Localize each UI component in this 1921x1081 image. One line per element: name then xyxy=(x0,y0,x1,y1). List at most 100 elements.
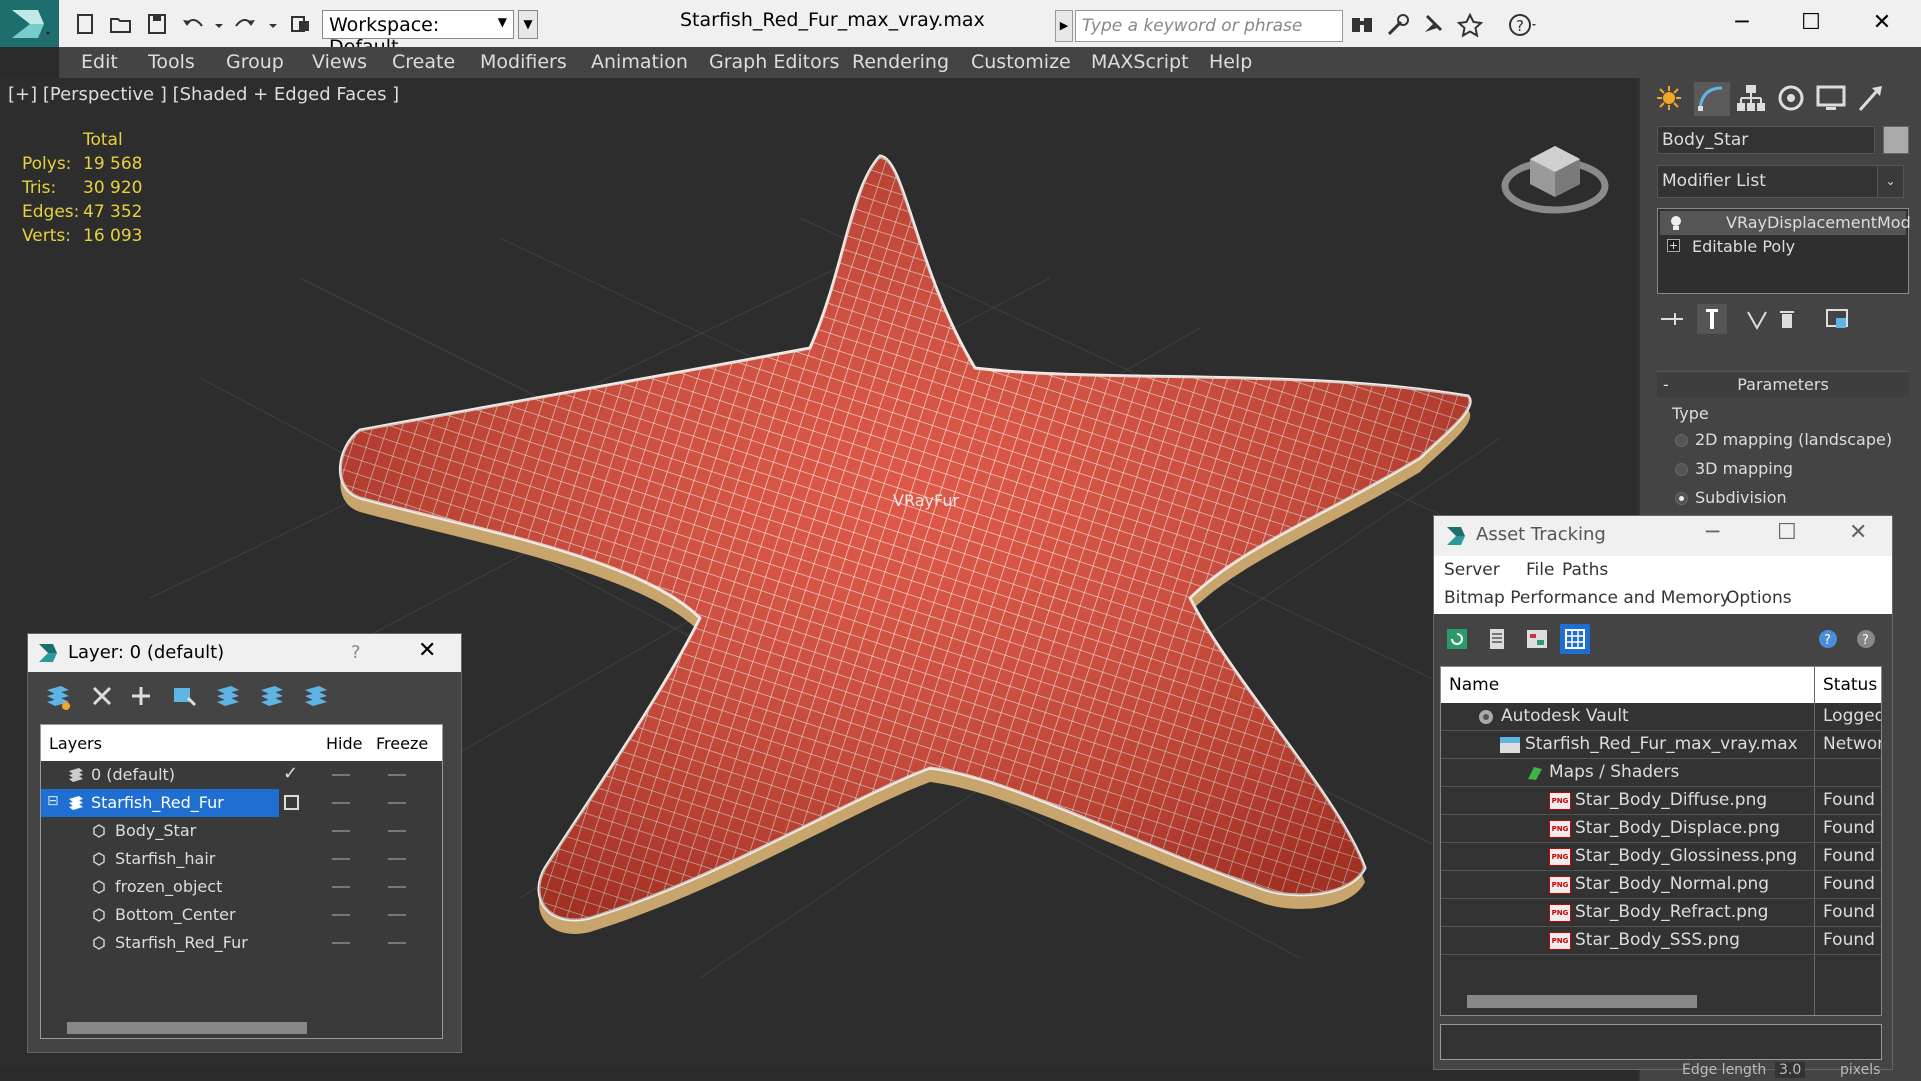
tree-view-button[interactable] xyxy=(1522,624,1552,654)
hide-all-layers-button[interactable] xyxy=(256,680,288,712)
menu-help[interactable]: Help xyxy=(1209,51,1252,73)
menu-file[interactable]: File xyxy=(1526,560,1554,580)
menu-edit[interactable]: Edit xyxy=(81,51,118,73)
favorites-button[interactable] xyxy=(1455,12,1485,38)
tab-display[interactable] xyxy=(1814,82,1850,116)
object-color-swatch[interactable] xyxy=(1883,126,1909,154)
new-layer-button[interactable] xyxy=(42,680,74,712)
stack-item-vraydisplacementmod[interactable]: VRayDisplacementMod xyxy=(1660,211,1911,235)
layer-object-row[interactable]: Bottom_Center xyxy=(41,901,442,929)
collapse-minus-icon[interactable]: ⊟ xyxy=(47,793,59,809)
close-icon[interactable]: ✕ xyxy=(418,638,436,663)
freeze-toggle[interactable] xyxy=(388,886,406,888)
configure-modifier-sets-button[interactable] xyxy=(1822,304,1852,334)
minimize-button[interactable]: ─ xyxy=(1706,520,1719,545)
asset-row[interactable]: PNG Star_Body_Normal.png Found xyxy=(1441,871,1881,899)
parameters-rollout-header[interactable]: - Parameters xyxy=(1657,371,1909,397)
menu-maxscript[interactable]: MAXScript xyxy=(1091,51,1189,73)
help-icon[interactable]: ? xyxy=(351,642,361,663)
horizontal-scrollbar[interactable] xyxy=(67,1022,307,1034)
menu-graph-editors[interactable]: Graph Editors xyxy=(709,51,839,73)
tools-button[interactable] xyxy=(1383,12,1413,38)
menu-animation[interactable]: Animation xyxy=(591,51,688,73)
freeze-toggle[interactable] xyxy=(388,858,406,860)
open-file-button[interactable] xyxy=(108,12,134,36)
delete-layer-button[interactable] xyxy=(86,680,118,712)
tab-hierarchy[interactable] xyxy=(1734,82,1770,116)
column-status[interactable]: Status xyxy=(1823,675,1877,695)
list-view-button[interactable] xyxy=(1482,624,1512,654)
menu-bitmap-performance[interactable]: Bitmap Performance and Memory xyxy=(1444,588,1730,608)
asset-row[interactable]: Starfish_Red_Fur_max_vray.max Network xyxy=(1441,731,1881,759)
object-name-field[interactable]: Body_Star xyxy=(1657,126,1875,154)
hide-toggle[interactable] xyxy=(332,942,350,944)
hide-toggle[interactable] xyxy=(332,858,350,860)
workspace-select[interactable]: Workspace: Default▼ xyxy=(322,10,514,58)
redo-button[interactable] xyxy=(232,12,258,36)
tab-utilities[interactable] xyxy=(1854,82,1890,116)
asset-row[interactable]: Autodesk Vault Logged xyxy=(1441,703,1881,731)
menu-paths[interactable]: Paths xyxy=(1562,560,1608,580)
set-current-layer-icon[interactable] xyxy=(284,795,299,810)
app-logo-button[interactable] xyxy=(0,0,59,47)
menu-create[interactable]: Create xyxy=(392,51,455,73)
layer-window-titlebar[interactable]: Layer: 0 (default) ? ✕ xyxy=(28,634,461,672)
column-layers[interactable]: Layers xyxy=(49,734,102,753)
close-button[interactable]: ✕ xyxy=(1849,520,1867,545)
add-to-layer-button[interactable] xyxy=(125,680,157,712)
maximize-button[interactable]: ☐ xyxy=(1777,520,1797,545)
freeze-toggle[interactable] xyxy=(388,942,406,944)
menu-server[interactable]: Server xyxy=(1444,560,1500,580)
column-freeze[interactable]: Freeze xyxy=(376,734,428,753)
freeze-all-layers-button[interactable] xyxy=(300,680,332,712)
hide-toggle[interactable] xyxy=(332,914,350,916)
tab-create[interactable] xyxy=(1652,82,1688,116)
maximize-button[interactable]: ☐ xyxy=(1781,4,1841,42)
save-button[interactable] xyxy=(144,12,170,36)
asset-row[interactable]: PNG Star_Body_Diffuse.png Found xyxy=(1441,787,1881,815)
menu-modifiers[interactable]: Modifiers xyxy=(480,51,567,73)
menu-tools[interactable]: Tools xyxy=(148,51,195,73)
tab-motion[interactable] xyxy=(1774,82,1810,116)
menu-options[interactable]: Options xyxy=(1726,588,1792,608)
minimize-button[interactable]: ─ xyxy=(1712,4,1772,42)
freeze-toggle[interactable] xyxy=(388,914,406,916)
refresh-button[interactable] xyxy=(1442,624,1472,654)
show-end-result-button[interactable] xyxy=(1697,304,1727,334)
stack-item-editable-poly[interactable]: + Editable Poly xyxy=(1660,235,1906,259)
highlight-layer-button[interactable] xyxy=(212,680,244,712)
undo-dropdown[interactable] xyxy=(206,12,223,36)
column-hide[interactable]: Hide xyxy=(326,734,362,753)
layer-object-row[interactable]: frozen_object xyxy=(41,873,442,901)
modifier-list-dropdown[interactable]: Modifier List ⌄ xyxy=(1657,165,1904,198)
select-objects-button[interactable] xyxy=(168,680,200,712)
asset-row[interactable]: PNG Star_Body_SSS.png Found xyxy=(1441,927,1881,955)
remove-modifier-button[interactable] xyxy=(1772,304,1802,334)
vault-help-button[interactable]: ? xyxy=(1814,624,1844,654)
asset-row[interactable]: PNG Star_Body_Glossiness.png Found xyxy=(1441,843,1881,871)
hide-toggle[interactable] xyxy=(332,802,350,804)
current-layer-check-icon[interactable]: ✓ xyxy=(283,763,298,784)
table-view-button[interactable] xyxy=(1560,624,1590,654)
asset-path-field[interactable] xyxy=(1440,1024,1882,1060)
column-name[interactable]: Name xyxy=(1449,675,1499,695)
help-button[interactable]: ? xyxy=(1507,12,1537,38)
asset-tracking-titlebar[interactable]: Asset Tracking ─ ☐ ✕ xyxy=(1434,516,1892,556)
menu-views[interactable]: Views xyxy=(312,51,367,73)
search-input[interactable]: Type a keyword or phrase xyxy=(1075,10,1343,42)
make-unique-button[interactable] xyxy=(1742,304,1772,334)
binoculars-button[interactable] xyxy=(1347,12,1377,38)
hide-toggle[interactable] xyxy=(332,886,350,888)
horizontal-scrollbar[interactable] xyxy=(1467,995,1697,1008)
freeze-toggle[interactable] xyxy=(388,830,406,832)
asset-row[interactable]: Maps / Shaders xyxy=(1441,759,1881,787)
menu-customize[interactable]: Customize xyxy=(971,51,1071,73)
hide-toggle[interactable] xyxy=(332,774,350,776)
viewcube-icon[interactable] xyxy=(1500,124,1610,224)
undo-button[interactable] xyxy=(180,12,206,36)
freeze-toggle[interactable] xyxy=(388,774,406,776)
new-file-button[interactable] xyxy=(72,12,98,36)
signin-button[interactable] xyxy=(1419,12,1449,38)
layer-object-row[interactable]: Starfish_hair xyxy=(41,845,442,873)
asset-row[interactable]: PNG Star_Body_Displace.png Found xyxy=(1441,815,1881,843)
